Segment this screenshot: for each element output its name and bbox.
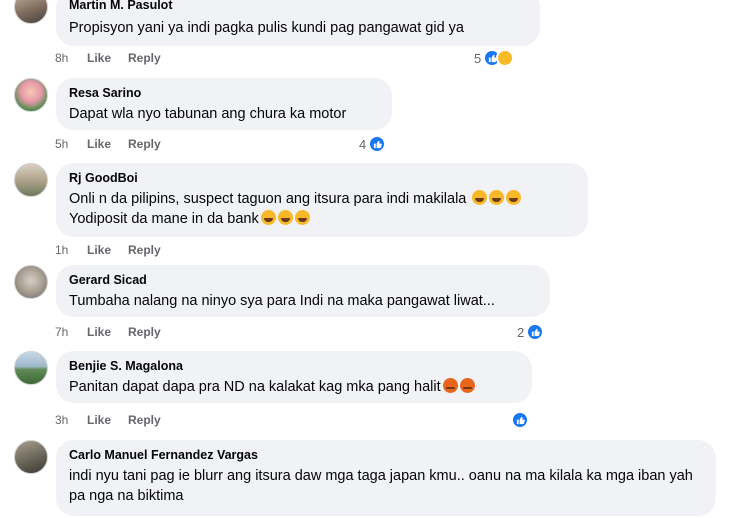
comment-timestamp[interactable]: 7h xyxy=(55,325,87,339)
reply-button[interactable]: Reply xyxy=(128,51,161,65)
comment-bubble: Martin M. Pasulot Propisyon yani ya indi… xyxy=(56,0,540,46)
reaction-count: 4 xyxy=(359,136,367,152)
laughing-emoji-icon xyxy=(277,210,293,225)
avatar[interactable] xyxy=(14,440,48,474)
like-button[interactable]: Like xyxy=(87,243,128,257)
haha-reaction-icon xyxy=(496,49,515,67)
reaction-summary[interactable]: 4 xyxy=(359,135,387,153)
angry-emoji-icon xyxy=(459,378,475,393)
comment-bubble: Gerard Sicad Tumbaha nalang na ninyo sya… xyxy=(56,265,550,317)
avatar[interactable] xyxy=(14,0,48,24)
laughing-emoji-icon xyxy=(294,210,310,225)
comment-text: Propisyon yani ya indi pagka pulis kundi… xyxy=(69,20,464,36)
laughing-emoji-icon xyxy=(489,190,505,205)
avatar[interactable] xyxy=(14,163,48,197)
comment-author[interactable]: Martin M. Pasulot xyxy=(69,0,526,13)
comment-actions: 8h Like Reply xyxy=(55,51,161,65)
comment-text-line: Onli n da pilipins, suspect taguon ang i… xyxy=(69,189,574,209)
avatar[interactable] xyxy=(14,351,48,385)
comment-text: Yodiposit da mane in da bank xyxy=(69,211,259,227)
comment-author[interactable]: Resa Sarino xyxy=(69,85,378,101)
comment-bubble: Rj GoodBoi Onli n da pilipins, suspect t… xyxy=(56,163,588,237)
comment-text-line: Yodiposit da mane in da bank xyxy=(69,209,574,229)
avatar[interactable] xyxy=(14,78,48,112)
reaction-summary[interactable]: 2 xyxy=(517,323,545,341)
comment-bubble: Carlo Manuel Fernandez Vargas indi nyu t… xyxy=(56,440,716,516)
comment-actions: 1h Like Reply xyxy=(55,243,161,257)
avatar[interactable] xyxy=(14,265,48,299)
comment-text-line: Panitan dapat dapa pra ND na kalakat kag… xyxy=(69,377,518,397)
reaction-summary[interactable]: 5 xyxy=(474,49,515,67)
reaction-count: 5 xyxy=(474,50,482,66)
comment-timestamp[interactable]: 1h xyxy=(55,243,87,257)
laughing-emoji-icon xyxy=(472,190,488,205)
comment-bubble: Resa Sarino Dapat wla nyo tabunan ang ch… xyxy=(56,78,392,130)
comment-author[interactable]: Gerard Sicad xyxy=(69,272,536,288)
reply-button[interactable]: Reply xyxy=(128,243,161,257)
comment-timestamp[interactable]: 5h xyxy=(55,137,87,151)
comment-author[interactable]: Carlo Manuel Fernandez Vargas xyxy=(69,447,702,463)
comment-actions: 7h Like Reply xyxy=(55,325,161,339)
laughing-emoji-icon xyxy=(506,190,522,205)
comment-actions: 3h Like Reply xyxy=(55,413,161,427)
angry-emoji-icon xyxy=(442,378,458,393)
reply-button[interactable]: Reply xyxy=(128,325,161,339)
comment-text: Tumbaha nalang na ninyo sya para Indi na… xyxy=(69,293,495,309)
comment-text: Panitan dapat dapa pra ND na kalakat kag… xyxy=(69,379,441,395)
like-button[interactable]: Like xyxy=(87,51,128,65)
like-button[interactable]: Like xyxy=(87,137,128,151)
comment-text: Onli n da pilipins, suspect taguon ang i… xyxy=(69,191,467,207)
comment-timestamp[interactable]: 8h xyxy=(55,51,87,65)
comment-text: Dapat wla nyo tabunan ang chura ka motor xyxy=(69,106,347,122)
like-reaction-icon xyxy=(511,411,529,429)
comment-text: indi nyu tani pag ie blurr ang itsura da… xyxy=(69,468,693,504)
like-reaction-icon xyxy=(368,135,387,153)
comment-author[interactable]: Benjie S. Magalona xyxy=(69,358,518,374)
like-button[interactable]: Like xyxy=(87,325,128,339)
like-reaction-icon xyxy=(526,323,545,341)
like-button[interactable]: Like xyxy=(87,413,128,427)
comment-author[interactable]: Rj GoodBoi xyxy=(69,170,574,186)
comment-bubble: Benjie S. Magalona Panitan dapat dapa pr… xyxy=(56,351,532,403)
comment-timestamp[interactable]: 3h xyxy=(55,413,87,427)
laughing-emoji-icon xyxy=(260,210,276,225)
reply-button[interactable]: Reply xyxy=(128,413,161,427)
reaction-count: 2 xyxy=(517,324,525,340)
reaction-summary[interactable] xyxy=(511,411,529,429)
comment-actions: 5h Like Reply xyxy=(55,137,161,151)
reply-button[interactable]: Reply xyxy=(128,137,161,151)
